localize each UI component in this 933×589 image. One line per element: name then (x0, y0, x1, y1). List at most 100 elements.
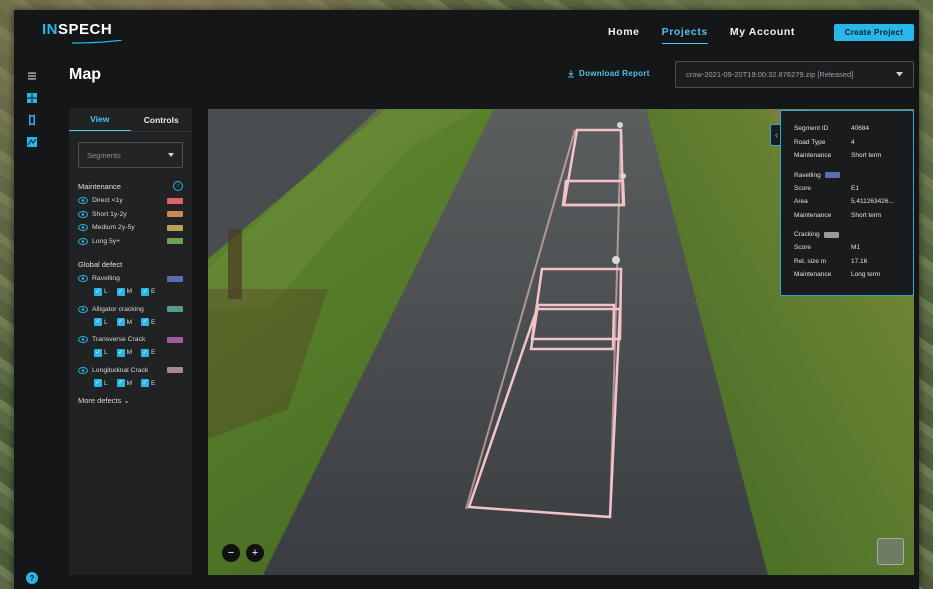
field-label: Rel. size m (794, 257, 827, 265)
tab-view[interactable]: View (69, 108, 131, 131)
eye-icon[interactable] (78, 305, 88, 313)
field-value: Short term (851, 211, 882, 219)
segments-select[interactable]: Segments (78, 142, 183, 168)
legend-item: Ravelling (69, 272, 192, 286)
checkbox-e[interactable]: ✓ E (141, 348, 156, 357)
maintenance-title: Maintenance (78, 181, 121, 191)
layers-icon[interactable] (26, 114, 38, 126)
legend-item: Longitudinal Crack (69, 364, 192, 378)
dashboard-icon[interactable] (26, 92, 38, 104)
color-swatch (167, 211, 183, 218)
field-label: Maintenance (794, 211, 832, 219)
field-value: 5.411263426... (851, 198, 894, 206)
color-swatch (824, 172, 840, 178)
basemap-toggle-thumbnail[interactable] (877, 538, 904, 565)
check-icon: ✓ (116, 379, 125, 387)
legend-item: Medium 2y-5y (69, 221, 192, 235)
checkbox-m[interactable]: ✓ M (116, 379, 133, 387)
ravelling-score-row: Score E1 (794, 182, 913, 196)
check-icon: ✓ (141, 348, 150, 357)
legend-item-label: Ravelling (92, 275, 120, 283)
zoom-in-button[interactable]: + (246, 544, 264, 562)
logo-text-accent: IN (42, 21, 58, 38)
checkbox-l[interactable]: ✓ L (94, 287, 108, 296)
info-icon[interactable]: i (173, 181, 183, 191)
eye-icon[interactable] (78, 224, 88, 232)
severity-checkboxes: ✓ L ✓ M ✓ E (69, 347, 192, 359)
defect-item: Longitudinal Crack ✓ L ✓ M ✓ E (69, 364, 192, 390)
legend-item: Direct <1y (69, 194, 192, 208)
checkbox-l[interactable]: ✓ L (94, 348, 108, 357)
segments-select-placeholder: Segments (87, 150, 121, 160)
logo-text: SPECH (58, 21, 113, 38)
eye-icon[interactable] (78, 197, 88, 205)
check-icon: ✓ (141, 318, 150, 326)
checkbox-l[interactable]: ✓ L (94, 318, 108, 326)
checkbox-label: E (151, 379, 156, 387)
legend-item-label: Longitudinal Crack (92, 366, 149, 374)
menu-icon[interactable] (26, 70, 38, 82)
checkbox-e[interactable]: ✓ E (141, 318, 155, 326)
color-swatch (167, 238, 183, 245)
field-label: Score (794, 184, 811, 192)
map-icon[interactable] (26, 136, 38, 148)
field-value: E1 (851, 184, 859, 192)
check-icon: ✓ (141, 287, 150, 296)
more-defects-label: More defects (78, 396, 122, 405)
field-value: 40684 (851, 125, 870, 133)
checkbox-label: E (151, 349, 156, 356)
cracking-maintenance-row: Maintenance Long term (794, 268, 913, 282)
page-title: Map (69, 66, 101, 83)
panel-tabs: View Controls (69, 108, 192, 132)
checkbox-m[interactable]: ✓ M (116, 287, 133, 296)
checkbox-label: L (104, 288, 108, 295)
eye-icon[interactable] (78, 275, 88, 283)
more-defects-toggle[interactable]: More defects ⌄ (69, 396, 192, 405)
checkbox-e[interactable]: ✓ E (141, 379, 155, 387)
release-select[interactable]: crow-2021-09-20T19:00:32.876279.zip [Rel… (675, 61, 914, 88)
nav-my-account[interactable]: My Account (730, 26, 795, 44)
checkbox-label: M (126, 379, 133, 387)
ravelling-maintenance-row: Maintenance Short term (794, 209, 913, 223)
checkbox-m[interactable]: ✓ M (116, 348, 133, 357)
check-icon: ✓ (116, 287, 125, 296)
checkbox-label: M (126, 288, 133, 295)
nav-home[interactable]: Home (608, 26, 640, 44)
field-label: Area (794, 198, 808, 206)
field-label: Maintenance (794, 152, 832, 160)
download-report-link[interactable]: Download Report (567, 69, 650, 78)
nav-projects[interactable]: Projects (661, 26, 708, 44)
eye-icon[interactable] (78, 366, 88, 374)
eye-icon[interactable] (78, 210, 88, 218)
brand-logo[interactable]: INSPECH (42, 21, 112, 38)
severity-checkboxes: ✓ L ✓ M ✓ E (69, 377, 192, 389)
field-label: Maintenance (794, 271, 832, 279)
cracking-score-row: Score M1 (794, 241, 913, 255)
checkbox-l[interactable]: ✓ L (94, 379, 108, 387)
checkbox-m[interactable]: ✓ M (116, 318, 132, 326)
download-icon (568, 70, 574, 77)
checkbox-label: L (104, 379, 108, 387)
eye-icon[interactable] (78, 336, 88, 344)
layers-panel: View Controls Segments Maintenance i Dir… (69, 108, 192, 575)
zoom-out-button[interactable]: − (222, 544, 240, 562)
field-value: 4 (851, 138, 855, 146)
defect-item: Ravelling ✓ L ✓ M ✓ E (69, 272, 192, 298)
legend-item: Short 1y-2y (69, 208, 192, 222)
eye-icon[interactable] (78, 237, 88, 245)
create-project-button[interactable]: Create Project (834, 24, 914, 41)
checkbox-e[interactable]: ✓ E (141, 287, 156, 296)
checkbox-label: M (126, 349, 133, 356)
release-select-value: crow-2021-09-20T19:00:32.876279.zip [Rel… (686, 70, 854, 79)
ravelling-section-title: Ravelling (794, 169, 913, 182)
legend-item-label: Direct <1y (92, 197, 123, 205)
ravelling-area-row: Area 5.411263426... (794, 195, 913, 209)
checkbox-label: E (151, 288, 156, 295)
color-swatch (167, 275, 183, 282)
tab-controls[interactable]: Controls (131, 108, 193, 131)
global-defect-header: Global defect (69, 260, 192, 269)
help-icon[interactable]: ? (26, 572, 38, 584)
field-label: Score (794, 244, 811, 252)
legend-item-label: Transverse Crack (92, 336, 146, 344)
field-value: Short term (851, 152, 882, 160)
